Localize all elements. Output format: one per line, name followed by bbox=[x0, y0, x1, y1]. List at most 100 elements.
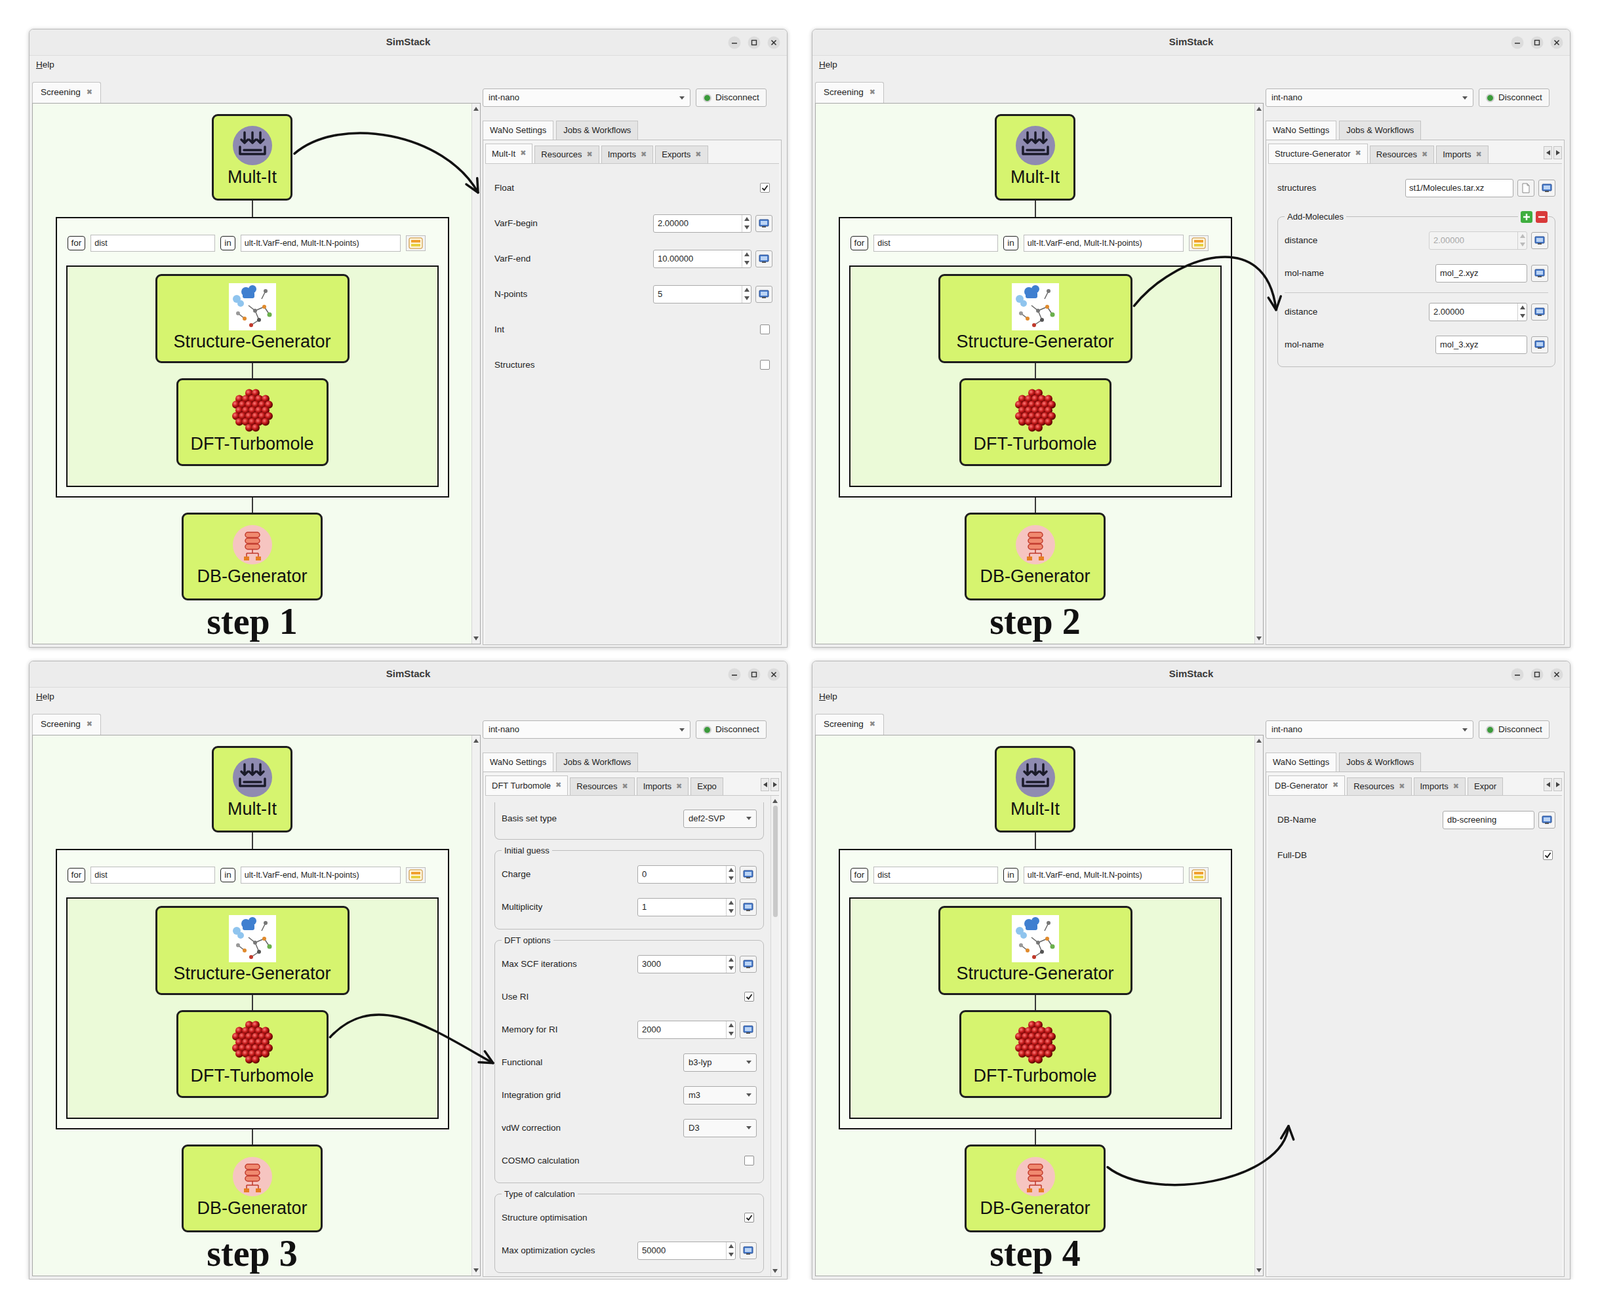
close-icon[interactable]: ✖ bbox=[86, 87, 93, 99]
step-down-icon[interactable] bbox=[744, 260, 750, 265]
workflow-tab[interactable]: Screening✖ bbox=[815, 714, 884, 736]
loop-variable-field[interactable]: dist bbox=[873, 234, 999, 253]
list-editor-icon[interactable] bbox=[1188, 235, 1209, 252]
step-up-icon[interactable] bbox=[728, 958, 734, 962]
workflow-node[interactable]: DFT-Turbomole bbox=[176, 378, 329, 467]
scroll-right-icon[interactable] bbox=[1553, 778, 1562, 792]
step-up-icon[interactable] bbox=[744, 217, 750, 221]
workflow-node[interactable]: DFT-Turbomole bbox=[176, 1010, 329, 1099]
sub-tab[interactable]: Imports✖ bbox=[1413, 777, 1467, 796]
combo-box[interactable]: D3 bbox=[683, 1119, 757, 1138]
workflow-node[interactable]: Structure-Generator bbox=[155, 906, 350, 996]
scrollbar[interactable] bbox=[1254, 735, 1263, 1277]
sub-tab[interactable]: Expo bbox=[690, 777, 724, 796]
sub-tab[interactable]: Imports✖ bbox=[1436, 145, 1489, 164]
scroll-left-icon[interactable] bbox=[760, 778, 770, 792]
step-up-icon[interactable] bbox=[728, 1023, 734, 1028]
sub-tab[interactable]: Resources✖ bbox=[534, 145, 599, 164]
remove-icon[interactable] bbox=[1535, 210, 1549, 224]
maximize-icon[interactable] bbox=[747, 36, 761, 50]
spin-box[interactable]: 5 bbox=[653, 285, 752, 304]
loop-iterable-field[interactable]: ult-It.VarF-end, Mult-It.N-points) bbox=[240, 866, 401, 885]
close-icon[interactable]: ✖ bbox=[621, 781, 628, 793]
workflow-node[interactable]: Structure-Generator bbox=[155, 274, 350, 364]
workflow-node[interactable]: DB-Generator bbox=[964, 1144, 1106, 1233]
spin-arrows[interactable] bbox=[725, 1021, 736, 1039]
close-icon[interactable]: ✖ bbox=[520, 148, 526, 160]
spin-arrows[interactable] bbox=[725, 1242, 736, 1260]
import-button[interactable] bbox=[1531, 336, 1549, 354]
workflow-node[interactable]: Structure-Generator bbox=[938, 274, 1133, 364]
spin-box[interactable]: 0 bbox=[637, 865, 736, 884]
workflow-tab[interactable]: Screening✖ bbox=[32, 714, 101, 736]
scroll-down-icon[interactable] bbox=[473, 1268, 479, 1273]
dropdown-arrow-icon[interactable] bbox=[746, 1093, 752, 1098]
text-field[interactable]: mol_2.xyz bbox=[1435, 264, 1528, 283]
scrollbar[interactable] bbox=[471, 103, 480, 644]
spin-box[interactable]: 2.00000 bbox=[653, 214, 752, 233]
close-icon[interactable] bbox=[1550, 668, 1564, 682]
minimize-icon[interactable] bbox=[727, 668, 741, 682]
scroll-left-icon[interactable] bbox=[1543, 146, 1553, 160]
scroll-down-icon[interactable] bbox=[1256, 1268, 1262, 1273]
scroll-up-icon[interactable] bbox=[1256, 739, 1262, 743]
spin-arrows[interactable] bbox=[725, 866, 736, 884]
step-down-icon[interactable] bbox=[728, 876, 734, 881]
spin-box[interactable]: 50000 bbox=[637, 1241, 736, 1261]
import-button[interactable] bbox=[755, 285, 773, 303]
workflow-node[interactable]: Mult-It bbox=[994, 746, 1076, 833]
sub-tab[interactable]: Resources✖ bbox=[1346, 777, 1412, 796]
scroll-down-icon[interactable] bbox=[1256, 636, 1262, 641]
import-button[interactable] bbox=[755, 215, 773, 233]
workflow-node[interactable]: DB-Generator bbox=[181, 1144, 323, 1233]
close-icon[interactable]: ✖ bbox=[1453, 781, 1460, 793]
menu-item[interactable]: Help bbox=[819, 690, 838, 704]
step-down-icon[interactable] bbox=[728, 966, 734, 971]
checkbox[interactable] bbox=[760, 360, 770, 370]
minimize-icon[interactable] bbox=[1510, 36, 1524, 50]
sub-tab[interactable]: Imports✖ bbox=[636, 777, 690, 796]
scroll-up-icon[interactable] bbox=[1256, 106, 1262, 111]
scroll-left-icon[interactable] bbox=[1543, 778, 1553, 792]
menu-item[interactable]: Help bbox=[819, 58, 838, 72]
loop-iterable-field[interactable]: ult-It.VarF-end, Mult-It.N-points) bbox=[240, 234, 401, 253]
loop-iterable-field[interactable]: ult-It.VarF-end, Mult-It.N-points) bbox=[1023, 234, 1184, 253]
step-up-icon[interactable] bbox=[744, 252, 750, 257]
list-editor-icon[interactable] bbox=[1188, 867, 1209, 884]
minimize-icon[interactable] bbox=[1510, 668, 1524, 682]
sub-tab[interactable]: Resources✖ bbox=[1369, 145, 1435, 164]
close-icon[interactable] bbox=[767, 668, 781, 682]
sub-tab[interactable]: Structure-Generator✖ bbox=[1268, 143, 1368, 164]
sub-tab[interactable]: Imports✖ bbox=[601, 145, 654, 164]
maximize-icon[interactable] bbox=[747, 668, 761, 682]
import-button[interactable] bbox=[1531, 264, 1549, 282]
sub-tab[interactable]: Expor bbox=[1467, 777, 1503, 796]
menu-item[interactable]: Help bbox=[36, 58, 55, 72]
dropdown-arrow-icon[interactable] bbox=[746, 817, 752, 821]
sub-tab[interactable]: Resources✖ bbox=[569, 777, 635, 796]
spin-arrows[interactable] bbox=[741, 285, 751, 303]
spin-box[interactable]: 10.00000 bbox=[653, 249, 752, 269]
dropdown-arrow-icon[interactable] bbox=[1462, 728, 1468, 732]
scroll-down-icon[interactable] bbox=[473, 636, 479, 641]
server-combo[interactable]: int-nano bbox=[1265, 720, 1474, 740]
menu-item[interactable]: Help bbox=[36, 690, 55, 704]
maximize-icon[interactable] bbox=[1530, 668, 1544, 682]
workflow-node[interactable]: DB-Generator bbox=[964, 512, 1106, 601]
import-button[interactable] bbox=[739, 1021, 757, 1039]
import-button[interactable] bbox=[1538, 179, 1556, 197]
close-icon[interactable]: ✖ bbox=[1476, 149, 1482, 161]
dropdown-arrow-icon[interactable] bbox=[1462, 96, 1468, 100]
import-button[interactable] bbox=[1531, 232, 1549, 250]
scroll-thumb[interactable] bbox=[773, 805, 778, 918]
close-icon[interactable] bbox=[767, 36, 781, 50]
import-button[interactable] bbox=[1538, 811, 1556, 829]
spin-arrows[interactable] bbox=[1517, 303, 1527, 321]
combo-box[interactable]: m3 bbox=[683, 1086, 757, 1105]
minimize-icon[interactable] bbox=[727, 36, 741, 50]
text-field[interactable]: mol_3.xyz bbox=[1435, 335, 1528, 355]
main-tab[interactable]: Jobs & Workflows bbox=[1339, 120, 1421, 140]
close-icon[interactable]: ✖ bbox=[1421, 149, 1428, 161]
checkbox[interactable] bbox=[744, 1213, 755, 1223]
loop-variable-field[interactable]: dist bbox=[90, 234, 216, 253]
